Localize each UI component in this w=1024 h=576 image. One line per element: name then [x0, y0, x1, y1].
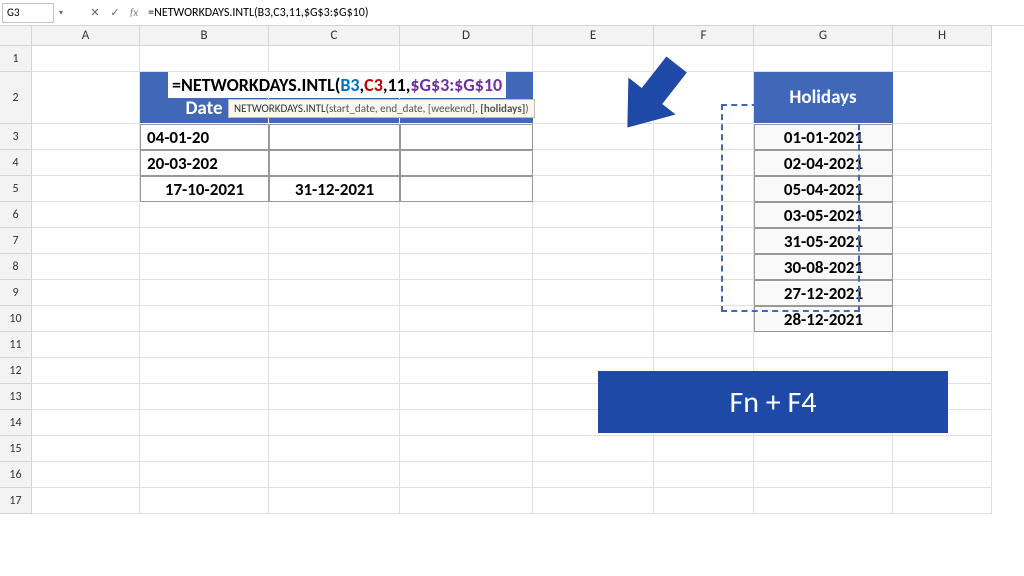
cell-c3[interactable] [269, 124, 400, 150]
table-header-holidays: Holidays [754, 72, 893, 124]
row-header[interactable]: 2 [0, 72, 32, 124]
col-header[interactable]: A [32, 26, 140, 46]
holiday-cell[interactable]: 03-05-2021 [754, 202, 893, 228]
row-header[interactable]: 7 [0, 228, 32, 254]
row-header[interactable]: 3 [0, 124, 32, 150]
col-header[interactable]: B [140, 26, 269, 46]
col-header[interactable]: H [893, 26, 992, 46]
row-header[interactable]: 16 [0, 462, 32, 488]
row-header[interactable]: 5 [0, 176, 32, 202]
holiday-cell[interactable]: 01-01-2021 [754, 124, 893, 150]
row-header[interactable]: 15 [0, 436, 32, 462]
name-box-dropdown-icon[interactable]: ▾ [54, 3, 68, 23]
accept-formula-icon[interactable]: ✓ [106, 4, 124, 22]
select-all-corner[interactable] [0, 26, 32, 46]
row-header[interactable]: 8 [0, 254, 32, 280]
row-header[interactable]: 14 [0, 410, 32, 436]
row-header[interactable]: 13 [0, 384, 32, 410]
holiday-cell[interactable]: 30-08-2021 [754, 254, 893, 280]
cell-c4[interactable] [269, 150, 400, 176]
cell-b4[interactable]: 20-03-202 [140, 150, 269, 176]
formula-tooltip: NETWORKDAYS.INTL(start_date, end_date, [… [228, 99, 535, 118]
in-cell-formula[interactable]: =NETWORKDAYS.INTL(B3,C3,11,$G$3:$G$10 [168, 72, 506, 98]
cell-c5[interactable]: 31-12-2021 [269, 176, 400, 202]
row-header[interactable]: 9 [0, 280, 32, 306]
col-header[interactable]: D [400, 26, 533, 46]
row-header[interactable]: 4 [0, 150, 32, 176]
col-header[interactable]: C [269, 26, 400, 46]
holiday-cell[interactable]: 02-04-2021 [754, 150, 893, 176]
shortcut-callout: Fn + F4 [598, 371, 948, 433]
formula-bar-input[interactable] [144, 3, 1024, 23]
fx-icon[interactable]: fx [130, 6, 138, 19]
cell-b5[interactable]: 17-10-2021 [140, 176, 269, 202]
formula-bar-row: G3 ▾ ✕ ✓ fx [0, 0, 1024, 26]
cell-d4[interactable] [400, 150, 533, 176]
holiday-cell[interactable]: 05-04-2021 [754, 176, 893, 202]
cell-d5[interactable] [400, 176, 533, 202]
shortcut-text: Fn + F4 [729, 384, 816, 421]
row-headers: 1 2 3 4 5 6 7 8 9 10 11 12 13 14 15 16 1… [0, 46, 32, 514]
holiday-cell[interactable]: 27-12-2021 [754, 280, 893, 306]
row-header[interactable]: 11 [0, 332, 32, 358]
row-header[interactable]: 10 [0, 306, 32, 332]
col-header[interactable]: E [533, 26, 654, 46]
row-header[interactable]: 1 [0, 46, 32, 72]
cell-d3[interactable] [400, 124, 533, 150]
row-header[interactable]: 12 [0, 358, 32, 384]
col-header[interactable]: G [754, 26, 893, 46]
row-header[interactable]: 17 [0, 488, 32, 514]
col-header[interactable]: F [654, 26, 754, 46]
cell-b3[interactable]: 04-01-20 [140, 124, 269, 150]
cancel-formula-icon[interactable]: ✕ [86, 4, 104, 22]
annotation-arrow-icon [597, 46, 707, 151]
name-box[interactable]: G3 [2, 3, 54, 23]
holiday-cell[interactable]: 31-05-2021 [754, 228, 893, 254]
holiday-cell[interactable]: 28-12-2021 [754, 306, 893, 332]
row-header[interactable]: 6 [0, 202, 32, 228]
